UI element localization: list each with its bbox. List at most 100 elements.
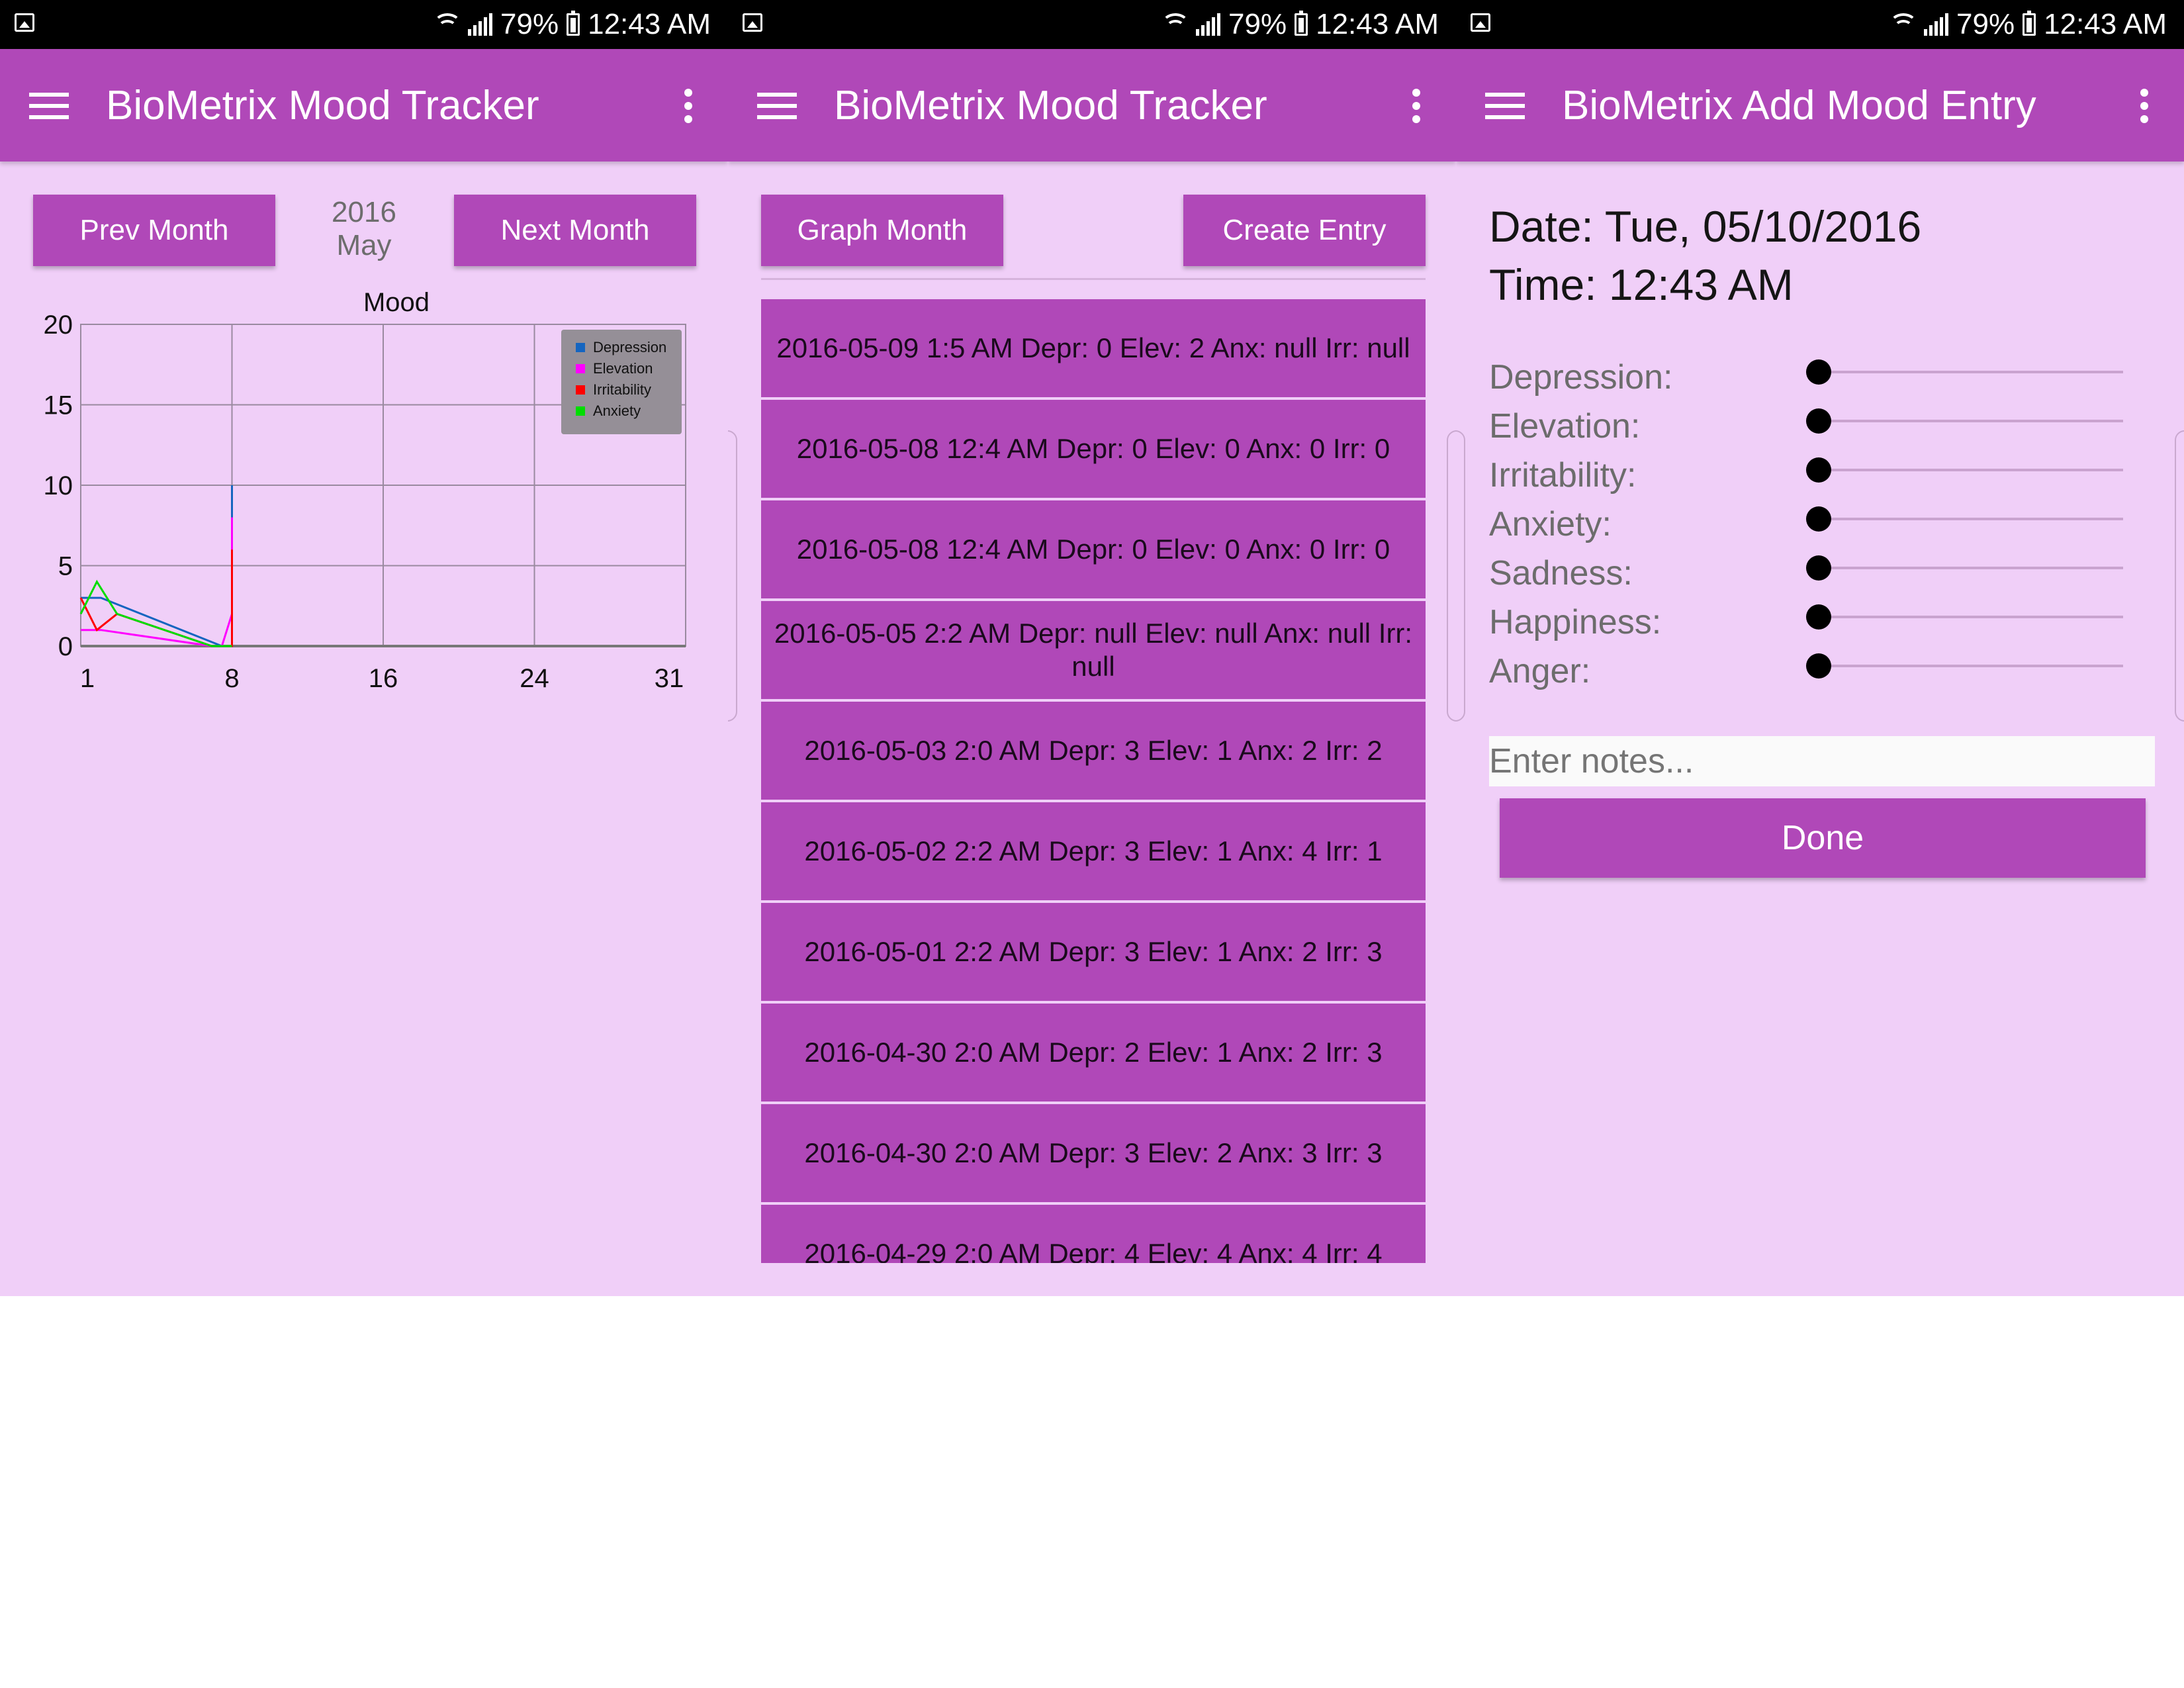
list-item[interactable]: 2016-04-30 2:0 AM Depr: 3 Elev: 2 Anx: 3… — [761, 1104, 1426, 1202]
gallery-icon — [743, 13, 762, 32]
status-bar: 79% 12:43 AM — [1456, 0, 2184, 49]
y-tick-label: 20 — [44, 310, 73, 340]
year-label: 2016 — [332, 196, 396, 228]
wifi-icon — [1889, 12, 1918, 37]
overflow-menu-icon[interactable] — [1411, 89, 1422, 126]
status-bar: 79% 12:43 AM — [728, 0, 1456, 49]
app-bar: BioMetrix Mood Tracker — [0, 49, 728, 162]
entry-datetime: Date: Tue, 05/10/2016 Time: 12:43 AM — [1489, 197, 1921, 314]
battery-icon — [1295, 11, 1308, 36]
battery-icon — [2023, 11, 2036, 36]
x-tick-label: 1 — [80, 664, 95, 693]
mood-label: Sadness: — [1489, 554, 1633, 592]
legend-swatch — [576, 364, 585, 373]
done-button[interactable]: Done — [1500, 798, 2146, 878]
mood-label: Elevation: — [1489, 407, 1641, 445]
mood-label: Depression: — [1489, 358, 1673, 397]
battery-icon — [567, 11, 580, 36]
gallery-icon — [1471, 13, 1490, 32]
app-title: BioMetrix Mood Tracker — [834, 83, 1267, 128]
list-screen: 79% 12:43 AM BioMetrix Mood Tracker Grap… — [728, 0, 1456, 1296]
menu-icon[interactable] — [1485, 93, 1525, 119]
y-tick-label: 10 — [44, 471, 73, 500]
y-tick-label: 15 — [44, 391, 73, 420]
prev-month-button[interactable]: Prev Month — [33, 195, 275, 266]
mood-label: Happiness: — [1489, 603, 1662, 641]
app-bar: BioMetrix Mood Tracker — [728, 49, 1456, 162]
list-item[interactable]: 2016-05-01 2:2 AM Depr: 3 Elev: 1 Anx: 2… — [761, 903, 1426, 1001]
mood-slider-thumb[interactable] — [1806, 604, 1831, 630]
mood-slider-track[interactable] — [1819, 420, 2123, 422]
mood-slider-track[interactable] — [1819, 518, 2123, 520]
mood-slider-track[interactable] — [1819, 567, 2123, 569]
divider — [761, 278, 1426, 280]
mood-chart: Mood051015201 8 16 24 31DepressionElevationI… — [44, 288, 686, 693]
wifi-icon — [1161, 12, 1190, 37]
mood-slider-track[interactable] — [1819, 616, 2123, 618]
create-entry-button[interactable]: Create Entry — [1183, 195, 1426, 266]
mood-label: Anger: — [1489, 652, 1591, 690]
graph-screen: 79% 12:43 AM BioMetrix Mood Tracker Prev… — [0, 0, 728, 1296]
next-month-button[interactable]: Next Month — [454, 195, 696, 266]
list-item[interactable]: 2016-05-03 2:0 AM Depr: 3 Elev: 1 Anx: 2… — [761, 702, 1426, 800]
edge-handle — [1447, 430, 1456, 722]
x-tick-label: 31 — [655, 664, 684, 693]
battery-percent: 79% — [1956, 8, 2015, 40]
graph-month-button[interactable]: Graph Month — [761, 195, 1003, 266]
series-line-anxiety — [79, 579, 232, 647]
overflow-menu-icon[interactable] — [683, 89, 694, 126]
entry-date: Date: Tue, 05/10/2016 — [1489, 202, 1922, 251]
list-item[interactable]: 2016-05-08 12:4 AM Depr: 0 Elev: 0 Anx: … — [761, 500, 1426, 598]
mood-slider-track[interactable] — [1819, 469, 2123, 471]
mood-label: Irritability: — [1489, 456, 1637, 494]
mood-slider-thumb[interactable] — [1806, 457, 1831, 483]
mood-slider-thumb[interactable] — [1806, 555, 1831, 581]
list-item[interactable]: 2016-05-05 2:2 AM Depr: null Elev: null … — [761, 601, 1426, 699]
x-tick-label: 16 — [369, 664, 398, 693]
app-title: BioMetrix Mood Tracker — [106, 83, 539, 128]
mood-slider-thumb[interactable] — [1806, 359, 1831, 385]
entry-time: Time: 12:43 AM — [1489, 260, 1794, 309]
legend-label: Depression — [593, 339, 666, 355]
legend-label: Irritability — [593, 381, 651, 398]
x-tick-label: 8 — [224, 664, 239, 693]
overflow-menu-icon[interactable] — [2139, 89, 2150, 126]
gallery-icon — [15, 13, 34, 32]
notes-input[interactable]: Enter notes... — [1489, 736, 2155, 786]
y-tick-label: 0 — [58, 632, 73, 661]
mood-slider-thumb[interactable] — [1806, 506, 1831, 532]
legend-swatch — [576, 406, 585, 416]
signal-icon — [1924, 13, 1949, 36]
clock: 12:43 AM — [588, 8, 711, 40]
mood-slider-track[interactable] — [1819, 665, 2123, 667]
app-title: BioMetrix Add Mood Entry — [1562, 83, 2036, 128]
menu-icon[interactable] — [29, 93, 69, 119]
edge-handle — [2175, 430, 2184, 722]
clock: 12:43 AM — [1316, 8, 1439, 40]
battery-percent: 79% — [1228, 8, 1287, 40]
list-item[interactable]: 2016-04-30 2:0 AM Depr: 2 Elev: 1 Anx: 2… — [761, 1004, 1426, 1102]
status-bar: 79% 12:43 AM — [0, 0, 728, 49]
mood-slider-thumb[interactable] — [1806, 653, 1831, 679]
month-label: 2016 May — [278, 196, 450, 262]
legend-swatch — [576, 343, 585, 352]
edge-handle — [728, 430, 737, 722]
y-tick-label: 5 — [58, 552, 73, 581]
month-name: May — [336, 229, 392, 261]
signal-icon — [468, 13, 493, 36]
mood-label: Anxiety: — [1489, 505, 1612, 543]
clock: 12:43 AM — [2044, 8, 2167, 40]
mood-slider-track[interactable] — [1819, 371, 2123, 373]
mood-slider-thumb[interactable] — [1806, 408, 1831, 434]
list-item[interactable]: 2016-05-09 1:5 AM Depr: 0 Elev: 2 Anx: n… — [761, 299, 1426, 397]
edge-handle — [1456, 430, 1465, 722]
app-bar: BioMetrix Add Mood Entry — [1456, 49, 2184, 162]
entry-list[interactable]: 2016-05-09 1:5 AM Depr: 0 Elev: 2 Anx: n… — [761, 299, 1426, 1263]
list-item[interactable]: 2016-04-29 2:0 AM Depr: 4 Elev: 4 Anx: 4… — [761, 1205, 1426, 1263]
menu-icon[interactable] — [757, 93, 797, 119]
legend-label: Anxiety — [593, 402, 641, 419]
legend-label: Elevation — [593, 360, 653, 377]
list-item[interactable]: 2016-05-02 2:2 AM Depr: 3 Elev: 1 Anx: 4… — [761, 802, 1426, 900]
wifi-icon — [433, 12, 462, 37]
list-item[interactable]: 2016-05-08 12:4 AM Depr: 0 Elev: 0 Anx: … — [761, 400, 1426, 498]
